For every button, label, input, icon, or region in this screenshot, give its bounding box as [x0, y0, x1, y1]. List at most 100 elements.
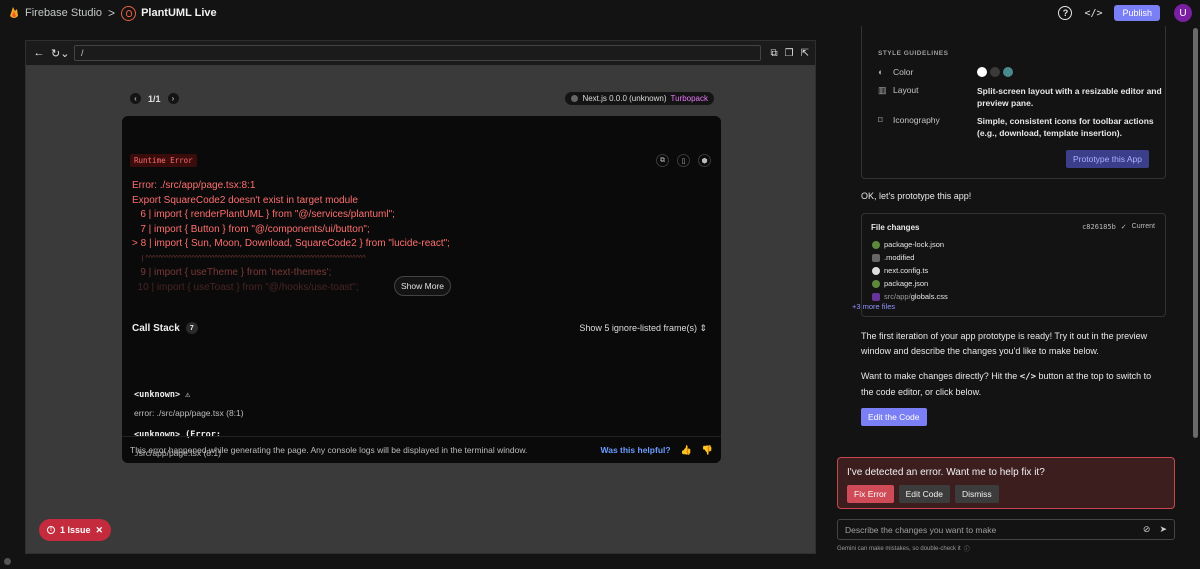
nextjs-file-icon [872, 266, 880, 275]
visibility-off-icon[interactable]: ⊘ [1143, 524, 1151, 535]
file-name: globals.css [910, 292, 948, 301]
guideline-row-iconography: ⌑ Iconography Simple, consistent icons f… [878, 115, 1162, 139]
commit-info[interactable]: c826185b ✓ Current [1082, 223, 1155, 231]
more-files-link[interactable]: +3 more files [852, 302, 895, 311]
send-icon[interactable]: ➤ [1159, 524, 1167, 535]
file-name: package-lock.json [884, 240, 945, 249]
style-guidelines-card: STYLE GUIDELINES ◐ Color ▥ Layout Split-… [861, 26, 1166, 179]
help-icon[interactable]: ? [1058, 6, 1073, 20]
color-swatch [977, 67, 987, 77]
guideline-label: Color [893, 67, 914, 77]
call-stack-count: 7 [185, 322, 198, 334]
duplicate-icon[interactable]: ❐ [785, 48, 794, 59]
call-stack-title: Call Stack [132, 322, 180, 334]
dismiss-button[interactable]: Dismiss [954, 485, 999, 503]
message-text: Want to make changes directly? Hit the [861, 371, 1020, 381]
color-swatch [990, 67, 1000, 77]
iconography-icon: ⌑ [878, 115, 883, 125]
reload-icon[interactable]: ↻⌄ [51, 47, 69, 60]
status-indicator-icon [4, 558, 11, 565]
edit-the-code-button[interactable]: Edit the Code [861, 408, 927, 426]
commit-hash: c826185b [1082, 223, 1116, 231]
app-name[interactable]: PlantUML Live [141, 7, 217, 19]
guideline-value: Simple, consistent icons for toolbar act… [977, 116, 1154, 138]
dialog-header: ‹ 1/1 › Next.js 0.0.0 (unknown) Turbopac… [122, 84, 721, 116]
fix-error-button[interactable]: Fix Error [847, 485, 894, 503]
file-icon [872, 253, 880, 262]
firebase-studio-brand[interactable]: Firebase Studio [8, 6, 102, 20]
guideline-row-layout: ▥ Layout Split-screen layout with a resi… [878, 85, 1162, 109]
error-pager-count: 1/1 [148, 93, 161, 104]
changed-file[interactable]: src/app/globals.css [872, 292, 948, 301]
disclaimer-text: Gemini can make mistakes, so double-chec… [837, 545, 961, 552]
chat-panel: STYLE GUIDELINES ◐ Color ▥ Layout Split-… [830, 26, 1200, 569]
status-dot-icon [571, 95, 579, 102]
guideline-label: Iconography [893, 115, 940, 125]
code-line: Error: ./src/app/page.tsx:8:1 [132, 180, 256, 191]
file-changes-title: File changes [871, 223, 920, 232]
chat-message: The first iteration of your app prototyp… [861, 331, 1148, 356]
npm-file-icon [872, 240, 880, 249]
changed-file[interactable]: next.config.ts [872, 266, 928, 275]
changed-file[interactable]: package-lock.json [872, 240, 944, 249]
guideline-row-color: ◐ Color [878, 67, 1162, 77]
color-swatch [1003, 67, 1013, 77]
debug-icon[interactable]: ⬢ [698, 154, 711, 167]
error-overlay-dialog: ‹ 1/1 › Next.js 0.0.0 (unknown) Turbopac… [122, 91, 721, 463]
chat-scrollbar[interactable] [1193, 28, 1198, 438]
error-type-label: Runtime Error [130, 154, 197, 167]
prototype-app-button[interactable]: Prototype this App [1066, 150, 1149, 168]
open-external-icon[interactable]: ⇱ [801, 48, 809, 59]
stack-frame-location[interactable]: error: ./src/app/page.tsx (8:1) [134, 408, 244, 418]
was-this-helpful: Was this helpful? [600, 445, 671, 455]
file-name: .modified [884, 253, 915, 262]
guideline-value: Split-screen layout with a resizable edi… [977, 86, 1162, 108]
back-arrow-icon[interactable]: ← [32, 47, 46, 59]
top-bar: Firebase Studio > PlantUML Live ? </> Pu… [0, 0, 1200, 26]
nextjs-version-badge[interactable]: Next.js 0.0.0 (unknown) Turbopack [564, 91, 715, 106]
color-swatches [977, 67, 1162, 77]
docs-book-icon[interactable]: ▯ [677, 154, 690, 167]
avatar[interactable]: U [1174, 4, 1192, 22]
thumbs-down-icon[interactable]: 👎 [702, 445, 713, 456]
nextjs-version: Next.js 0.0.0 (unknown) [582, 94, 667, 103]
file-name: next.config.ts [884, 266, 929, 275]
code-line: > 8 | import { Sun, Moon, Download, Squa… [132, 238, 450, 249]
previous-error-button[interactable]: ‹ [129, 92, 142, 105]
error-detected-message: I've detected an error. Want me to help … [847, 467, 1045, 478]
prompt-input[interactable]: Describe the changes you want to make ⊘ … [837, 519, 1175, 540]
changed-file[interactable]: package.json [872, 279, 928, 288]
edit-code-button[interactable]: Edit Code [898, 485, 950, 503]
studio-name: Firebase Studio [25, 7, 103, 19]
preview-pane: ← ↻⌄ / ⧉ ❐ ⇱ ‹ 1/1 › Next.js 0.0.0 (unkn… [25, 40, 816, 554]
show-more-button[interactable]: Show More [394, 276, 451, 296]
publish-button[interactable]: Publish [1114, 5, 1160, 21]
code-line: 7 | import { Button } from "@/components… [132, 223, 370, 235]
code-line: 6 | import { renderPlantUML } from "@/se… [132, 209, 395, 220]
code-view-icon[interactable]: </> [1084, 6, 1102, 20]
style-guidelines-heading: STYLE GUIDELINES [878, 50, 949, 57]
app-logo-icon [121, 5, 137, 21]
issues-badge[interactable]: ! 1 Issue ✕ [39, 519, 112, 541]
file-name: package.json [884, 279, 929, 288]
commit-status: Current [1131, 223, 1155, 230]
changed-file[interactable]: .modified [872, 253, 914, 262]
show-ignored-frames-toggle[interactable]: Show 5 ignore-listed frame(s) ⇕ [579, 323, 707, 334]
thumbs-up-icon[interactable]: 👍 [681, 445, 692, 456]
css-file-icon [872, 292, 880, 301]
prompt-placeholder: Describe the changes you want to make [845, 524, 997, 535]
chat-message: OK, let's prototype this app! [861, 191, 972, 201]
preview-url-bar: ← ↻⌄ / ⧉ ❐ ⇱ [26, 41, 815, 65]
device-preview-icon[interactable]: ⧉ [771, 48, 778, 59]
check-icon: ✓ [1120, 224, 1127, 231]
error-pager: ‹ 1/1 › [129, 92, 180, 105]
close-icon[interactable]: ✕ [96, 525, 104, 536]
firebase-flame-icon [10, 7, 18, 18]
copy-icon[interactable]: ⧉ [656, 154, 669, 167]
next-error-button[interactable]: › [166, 92, 180, 105]
url-input[interactable]: / [74, 45, 761, 61]
bundler-name: Turbopack [670, 94, 709, 103]
call-stack-heading: Call Stack 7 [132, 322, 198, 334]
info-icon[interactable]: ⓘ [964, 544, 970, 553]
stack-frame-name: <unknown> ⚠ [134, 390, 191, 400]
